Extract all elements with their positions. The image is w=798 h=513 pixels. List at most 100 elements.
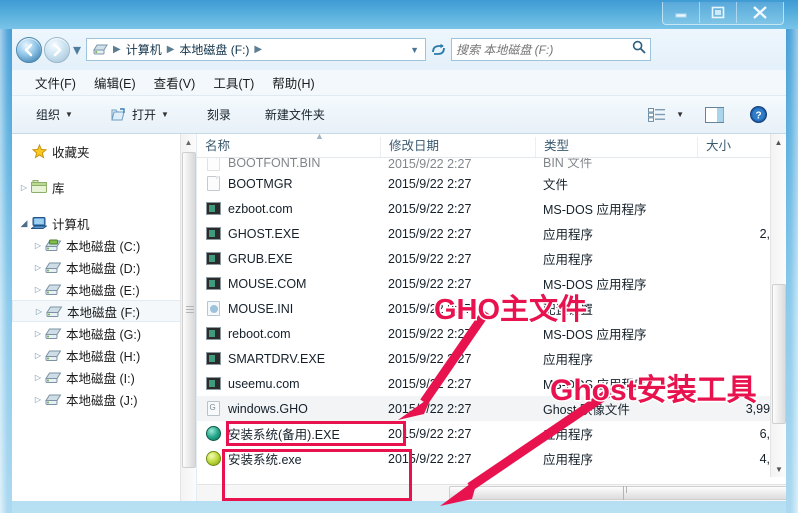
file-name-cell: MOUSE.COM xyxy=(197,276,380,292)
scroll-up-arrow-icon[interactable]: ▲ xyxy=(771,134,786,150)
table-row[interactable]: GHOST.EXE 2015/9/22 2:27 应用程序 2,2 xyxy=(197,221,786,246)
table-row[interactable]: 安装系统.exe 2015/9/22 2:27 应用程序 4,2 xyxy=(197,446,786,471)
back-button[interactable] xyxy=(16,36,42,63)
breadcrumb-separator[interactable]: ▶ xyxy=(165,44,177,55)
expander-icon[interactable]: ▷ xyxy=(18,181,30,193)
refresh-button[interactable] xyxy=(427,38,449,61)
file-type-cell: 应用程序 xyxy=(543,428,594,442)
file-date-cell: 2015/9/22 2:27 xyxy=(388,326,472,341)
breadcrumb-computer[interactable]: 计算机 xyxy=(123,40,165,59)
column-header-name[interactable]: 名称 xyxy=(197,137,380,157)
view-chevron-down-icon[interactable]: ▼ xyxy=(676,110,684,119)
table-row[interactable]: BOOTMGR 2015/9/22 2:27 文件 3 xyxy=(197,171,786,196)
table-row[interactable]: GRUB.EXE 2015/9/22 2:27 应用程序 1 xyxy=(197,246,786,271)
expander-icon[interactable]: ◢ xyxy=(18,217,30,229)
forward-button[interactable] xyxy=(44,36,70,63)
new-folder-button[interactable]: 新建文件夹 xyxy=(257,102,333,127)
minimize-button[interactable] xyxy=(663,2,700,23)
address-bar[interactable]: ▶ 计算机 ▶ 本地磁盘 (F:) ▶ ▼ xyxy=(86,38,426,61)
file-type-cell: 文件 xyxy=(543,178,569,192)
open-button[interactable]: 打开 ▼ xyxy=(103,102,177,127)
organize-label: 组织 xyxy=(36,108,61,122)
file-type-cell: MS-DOS 应用程序 xyxy=(543,378,647,392)
scroll-up-arrow-icon[interactable]: ▲ xyxy=(181,134,196,150)
file-list-scroll-thumb[interactable] xyxy=(772,284,786,424)
expander-icon[interactable]: ▷ xyxy=(32,261,44,273)
expander-icon[interactable]: ▷ xyxy=(32,327,44,339)
menu-view[interactable]: 查看(V) xyxy=(145,70,205,95)
horizontal-scroll-thumb[interactable] xyxy=(449,486,786,500)
maximize-button[interactable] xyxy=(700,2,737,23)
sidebar-item-favorites[interactable]: 收藏夹 xyxy=(12,140,196,162)
close-button[interactable] xyxy=(737,2,783,23)
horizontal-scrollbar[interactable] xyxy=(197,484,786,501)
table-row[interactable]: windows.GHO 2015/9/22 2:27 Ghost 映像文件 3,… xyxy=(197,396,786,421)
file-name: GRUB.EXE xyxy=(228,251,293,266)
table-row[interactable]: reboot.com 2015/9/22 2:27 MS-DOS 应用程序 xyxy=(197,321,786,346)
sidebar-item-libraries[interactable]: ▷ 库 xyxy=(12,176,196,198)
column-header-type[interactable]: 类型 xyxy=(535,137,697,157)
ms-dos-app-icon xyxy=(205,326,221,342)
preview-pane-button[interactable] xyxy=(698,104,731,126)
navigation-pane[interactable]: 收藏夹 ▷ 库 ◢ 计算机 ▷ 本地磁盘 (C:) ▷ 本地磁盘 (D:) ▷ … xyxy=(12,134,197,501)
new-folder-label: 新建文件夹 xyxy=(264,108,325,122)
search-box[interactable] xyxy=(451,38,651,61)
table-row[interactable]: SMARTDRV.EXE 2015/9/22 2:27 应用程序 xyxy=(197,346,786,371)
expander-icon[interactable]: ▷ xyxy=(32,393,44,405)
file-name-cell: BOOTFONT.BIN xyxy=(197,158,380,171)
expander-icon[interactable]: ▷ xyxy=(32,283,44,295)
expander-icon[interactable] xyxy=(18,145,30,157)
ini-config-icon xyxy=(205,301,221,317)
file-date-cell: 2015/9/22 2:27 xyxy=(388,351,472,366)
expander-icon[interactable]: ▷ xyxy=(32,239,44,251)
file-list-scrollbar[interactable]: ▲ ▼ xyxy=(770,134,786,477)
menu-tools[interactable]: 工具(T) xyxy=(204,70,263,95)
table-row[interactable]: ezboot.com 2015/9/22 2:27 MS-DOS 应用程序 xyxy=(197,196,786,221)
expander-icon[interactable]: ▷ xyxy=(32,371,44,383)
scroll-thumb-grip xyxy=(622,486,631,500)
address-history-caret[interactable]: ▼ xyxy=(410,45,423,55)
menu-edit[interactable]: 编辑(E) xyxy=(85,70,145,95)
sidebar-scrollbar[interactable]: ▲ xyxy=(180,134,196,501)
file-name-cell: GHOST.EXE xyxy=(197,226,380,242)
expander-icon[interactable]: ▷ xyxy=(32,349,44,361)
sidebar-scroll-thumb[interactable] xyxy=(182,152,196,468)
sidebar-item-drive-f[interactable]: ▷ 本地磁盘 (F:) xyxy=(12,300,196,322)
table-row[interactable]: 安装系统(备用).EXE 2015/9/22 2:27 应用程序 6,4 xyxy=(197,421,786,446)
file-date-cell: 2015/9/22 2:27 xyxy=(388,426,472,441)
column-header-date[interactable]: 修改日期 xyxy=(380,137,535,157)
table-row[interactable]: useemu.com 2015/9/22 2:27 MS-DOS 应用程序 xyxy=(197,371,786,396)
file-name-cell: windows.GHO xyxy=(197,401,380,417)
recent-locations-dropdown[interactable]: ▾ xyxy=(70,37,84,63)
breadcrumb-drive-f[interactable]: 本地磁盘 (F:) xyxy=(176,40,252,59)
burn-button[interactable]: 刻录 xyxy=(199,102,239,127)
menu-help[interactable]: 帮助(H) xyxy=(263,70,323,95)
toolbar-right-group: ▼ ? xyxy=(641,103,786,126)
sidebar-item-computer[interactable]: ◢ 计算机 xyxy=(12,212,196,234)
organize-button[interactable]: 组织 ▼ xyxy=(28,102,81,127)
change-view-button[interactable] xyxy=(641,105,672,125)
expander-icon[interactable]: ▷ xyxy=(33,305,45,317)
table-row[interactable]: MOUSE.INI 2015/9/22 2:27 配置设置 xyxy=(197,296,786,321)
sidebar-label: 本地磁盘 (E:) xyxy=(66,283,140,298)
breadcrumb-separator[interactable]: ▶ xyxy=(252,44,264,55)
sidebar-item-drive-d[interactable]: ▷ 本地磁盘 (D:) xyxy=(12,256,196,278)
sidebar-item-drive-h[interactable]: ▷ 本地磁盘 (H:) xyxy=(12,344,196,366)
drive-icon xyxy=(44,393,62,406)
file-list-pane[interactable]: 名称 修改日期 类型 大小 ▲ BOOTFONT.BIN 2015/9/22 2… xyxy=(197,134,786,501)
sidebar-item-drive-c[interactable]: ▷ 本地磁盘 (C:) xyxy=(12,234,196,256)
search-input[interactable] xyxy=(456,40,632,59)
sidebar-item-drive-g[interactable]: ▷ 本地磁盘 (G:) xyxy=(12,322,196,344)
help-button[interactable]: ? xyxy=(743,103,774,126)
file-name-cell: 安装系统.exe xyxy=(197,449,380,468)
sidebar-item-drive-j[interactable]: ▷ 本地磁盘 (J:) xyxy=(12,388,196,410)
table-row[interactable]: BOOTFONT.BIN 2015/9/22 2:27 BIN 文件 1 xyxy=(197,158,786,171)
menu-file[interactable]: 文件(F) xyxy=(26,70,85,95)
column-header-size[interactable]: 大小 xyxy=(697,137,777,157)
file-name: BOOTFONT.BIN xyxy=(228,158,321,170)
file-name: windows.GHO xyxy=(228,401,308,416)
sidebar-item-drive-i[interactable]: ▷ 本地磁盘 (I:) xyxy=(12,366,196,388)
scroll-down-arrow-icon[interactable]: ▼ xyxy=(771,461,786,477)
table-row[interactable]: MOUSE.COM 2015/9/22 2:27 MS-DOS 应用程序 xyxy=(197,271,786,296)
sidebar-item-drive-e[interactable]: ▷ 本地磁盘 (E:) xyxy=(12,278,196,300)
